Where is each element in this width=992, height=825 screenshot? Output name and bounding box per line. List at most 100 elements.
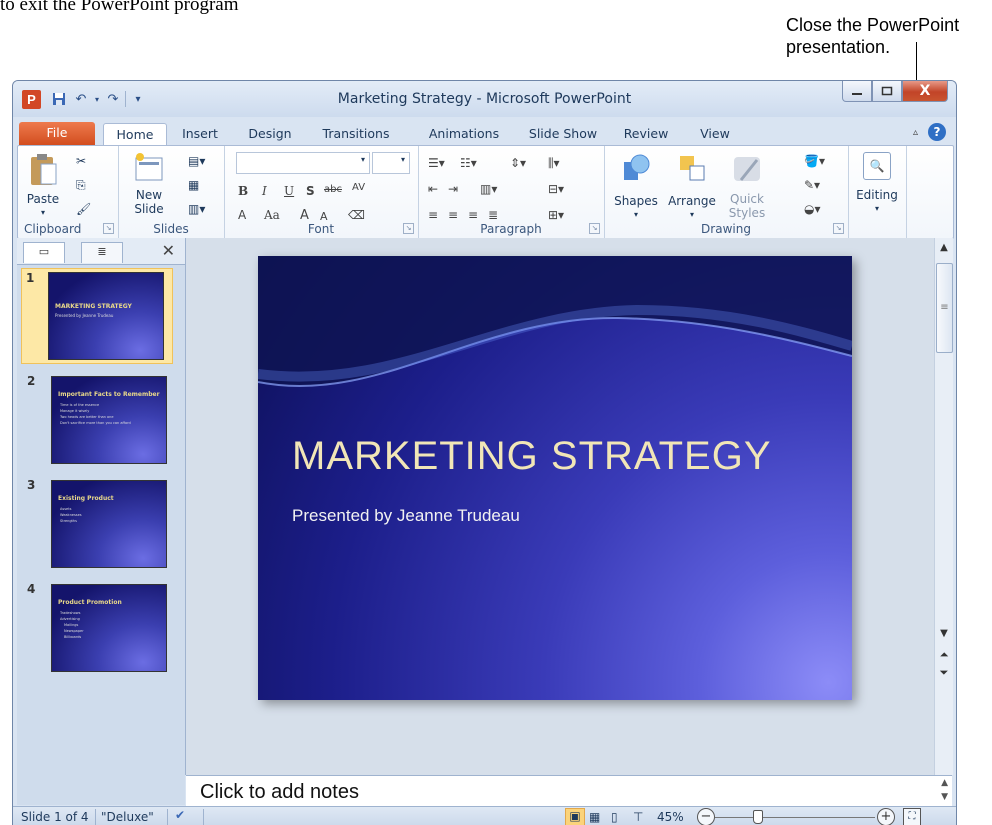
bullets-icon[interactable]: ☰▾ — [428, 156, 445, 170]
notes-pane[interactable]: Click to add notes ▲ ▼ — [186, 775, 952, 806]
slide-subtitle[interactable]: Presented by Jeanne Trudeau — [292, 506, 520, 526]
outline-tab-icon[interactable]: ≣ — [81, 242, 123, 263]
notes-scroll-up-icon[interactable]: ▲ — [941, 778, 948, 788]
font-color-button[interactable]: A — [238, 208, 246, 222]
next-slide-icon[interactable]: ⏷ — [937, 666, 951, 680]
paragraph-group-label: Paragraph — [480, 222, 542, 236]
help-area: ▵ ? — [913, 123, 946, 141]
shape-fill-icon[interactable]: 🪣▾ — [804, 154, 825, 168]
paragraph-launcher-icon[interactable]: ↘ — [589, 223, 600, 234]
slide-title[interactable]: MARKETING STRATEGY — [292, 434, 772, 479]
shapes-label: Shapes — [614, 194, 658, 208]
help-icon[interactable]: ? — [928, 123, 946, 141]
fit-to-window-icon[interactable]: ⛶ — [903, 808, 921, 825]
arrange-button[interactable]: Arrange ▾ — [664, 152, 720, 222]
slide-editor[interactable]: MARKETING STRATEGY Presented by Jeanne T… — [186, 238, 934, 775]
slide-canvas[interactable]: MARKETING STRATEGY Presented by Jeanne T… — [258, 256, 852, 700]
close-button[interactable]: X — [902, 81, 948, 102]
slide-thumbnail-3[interactable]: 3 Existing Product Assets Weaknesses Str… — [23, 476, 169, 570]
section-icon[interactable]: ▥▾ — [188, 202, 205, 216]
justify-icon[interactable]: ≣ — [488, 208, 498, 222]
slide-thumbnail-1[interactable]: 1 MARKETING STRATEGY Presented by Jeanne… — [21, 268, 173, 364]
shape-effects-icon[interactable]: ◒▾ — [804, 202, 821, 216]
title-bar: P ↶ ▾ ↷ ▾ Marketing Strategy - Microsoft… — [13, 81, 956, 117]
scrollbar-thumb[interactable]: ≡ — [936, 263, 953, 353]
slide-thumbnail-4[interactable]: 4 Product Promotion Tradeshows Advertisi… — [23, 580, 169, 674]
editing-group: 🔍 Editing ▾ — [848, 146, 907, 238]
scroll-up-icon[interactable]: ▲ — [937, 242, 951, 253]
align-right-icon[interactable]: ≡ — [468, 208, 478, 222]
tab-view[interactable]: View — [693, 123, 737, 145]
font-size-box[interactable]: ▾ — [372, 152, 410, 174]
italic-button[interactable]: I — [262, 184, 267, 198]
normal-view-icon[interactable]: ▣ — [565, 808, 585, 825]
thumbnail-bullet: Don't sacrifice more than you can afford — [60, 421, 131, 425]
zoom-slider-knob[interactable] — [753, 810, 763, 824]
zoom-slider-track[interactable] — [715, 817, 875, 818]
status-separator — [167, 809, 168, 825]
tab-file[interactable]: File — [19, 122, 95, 145]
zoom-out-icon[interactable]: − — [697, 808, 715, 825]
columns-icon[interactable]: ▥▾ — [480, 182, 497, 196]
layout-icon[interactable]: ▤▾ — [188, 154, 205, 168]
strikethrough-button[interactable]: abc — [324, 184, 342, 195]
align-text-icon[interactable]: ⊟▾ — [548, 182, 564, 196]
character-spacing-button[interactable]: AV — [352, 182, 365, 193]
spelling-check-icon[interactable]: ✔ — [175, 808, 185, 822]
align-center-icon[interactable]: ≡ — [448, 208, 458, 222]
tab-insert[interactable]: Insert — [175, 123, 225, 145]
clear-formatting-icon[interactable]: ⌫ — [348, 208, 365, 222]
scroll-down-icon[interactable]: ▼ — [937, 628, 951, 639]
copy-icon[interactable]: ⎘ — [76, 178, 92, 192]
shadow-button[interactable]: S — [306, 184, 315, 198]
line-spacing-icon[interactable]: ⇕▾ — [510, 156, 526, 170]
notes-placeholder[interactable]: Click to add notes — [200, 781, 359, 804]
font-name-box[interactable]: ▾ — [236, 152, 370, 174]
numbering-icon[interactable]: ☷▾ — [460, 156, 477, 170]
drawing-launcher-icon[interactable]: ↘ — [833, 223, 844, 234]
bold-button[interactable]: B — [238, 184, 248, 198]
minimize-button[interactable] — [842, 81, 872, 102]
grow-font-button[interactable]: A — [300, 208, 309, 223]
pane-close-icon[interactable]: ✕ — [162, 241, 175, 260]
align-left-icon[interactable]: ≡ — [428, 208, 438, 222]
shapes-button[interactable]: Shapes ▾ — [610, 152, 662, 222]
paste-button[interactable]: Paste ▾ — [24, 152, 62, 220]
notes-scroll-down-icon[interactable]: ▼ — [941, 792, 948, 802]
reading-view-icon[interactable]: ▯ — [611, 810, 618, 824]
font-launcher-icon[interactable]: ↘ — [403, 223, 414, 234]
slide-sorter-icon[interactable]: ▦ — [589, 810, 600, 824]
callout-pointer — [916, 42, 917, 84]
tab-animations[interactable]: Animations — [421, 123, 507, 145]
arrange-icon — [680, 156, 705, 181]
text-direction-icon[interactable]: ⫼▾ — [548, 156, 560, 171]
tab-design[interactable]: Design — [243, 123, 297, 145]
zoom-in-icon[interactable]: + — [877, 808, 895, 825]
tab-home[interactable]: Home — [103, 123, 167, 146]
smartart-icon[interactable]: ⊞▾ — [548, 208, 564, 222]
zoom-level[interactable]: 45% — [657, 810, 684, 824]
format-painter-icon[interactable]: 🖌 — [76, 202, 92, 216]
vertical-scrollbar[interactable]: ▲ ≡ ▼ ⏶ ⏷ — [934, 238, 953, 775]
editing-button[interactable]: 🔍 Editing ▾ — [854, 152, 900, 216]
slide-show-icon[interactable]: ⊤ — [633, 810, 643, 824]
tab-slide-show[interactable]: Slide Show — [523, 123, 603, 145]
tab-review[interactable]: Review — [619, 123, 673, 145]
quick-styles-button[interactable]: Quick Styles — [722, 152, 772, 220]
previous-slide-icon[interactable]: ⏶ — [937, 648, 951, 662]
cut-icon[interactable]: ✂ — [76, 154, 92, 168]
maximize-button[interactable] — [872, 81, 902, 102]
new-slide-button[interactable]: New Slide — [124, 152, 174, 216]
thumbnail-bullet: Two heads are better than one — [60, 415, 114, 419]
tab-transitions[interactable]: Transitions — [311, 123, 401, 145]
clipboard-launcher-icon[interactable]: ↘ — [103, 223, 114, 234]
underline-button[interactable]: U — [284, 184, 294, 198]
reset-icon[interactable]: ▦ — [188, 178, 204, 192]
slide-thumbnail-2[interactable]: 2 Important Facts to Remember Time is of… — [23, 372, 169, 466]
change-case-button[interactable]: Aa — [264, 208, 280, 222]
decrease-indent-icon[interactable]: ⇤ — [428, 182, 438, 196]
slides-tab-icon[interactable]: ▭ — [23, 242, 65, 263]
increase-indent-icon[interactable]: ⇥ — [448, 182, 458, 196]
minimize-ribbon-icon[interactable]: ▵ — [913, 127, 918, 138]
shape-outline-icon[interactable]: ✎▾ — [804, 178, 820, 192]
